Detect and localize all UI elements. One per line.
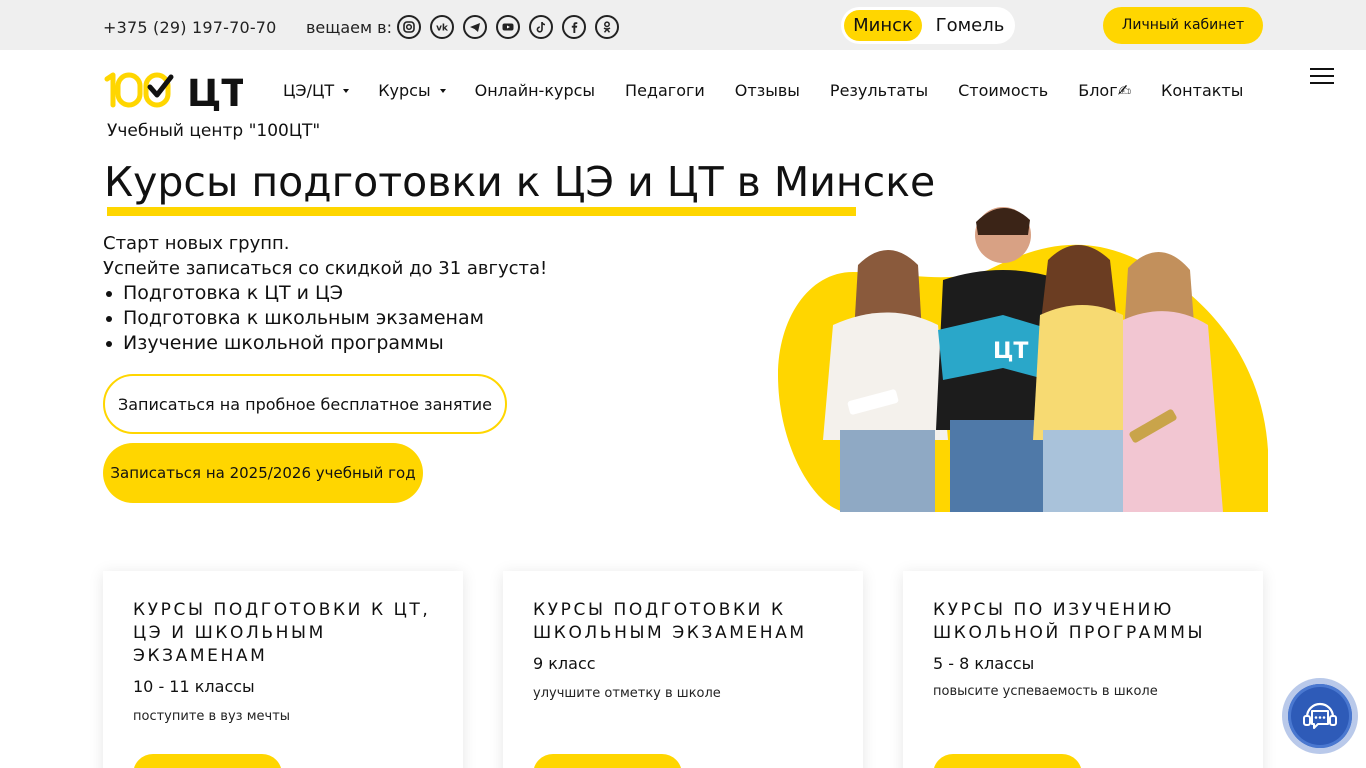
- nav-item-courses[interactable]: Курсы: [378, 81, 446, 100]
- card-note: улучшите отметку в школе: [533, 686, 721, 701]
- chat-icon: [1288, 684, 1352, 748]
- lead-line-1: Старт новых групп.: [103, 233, 290, 254]
- menu-burger-icon[interactable]: [1310, 68, 1334, 84]
- nav-item-contacts[interactable]: Контакты: [1161, 81, 1243, 100]
- list-item: Подготовка к ЦТ и ЦЭ: [103, 281, 484, 306]
- svg-text:ЦТ: ЦТ: [993, 339, 1028, 364]
- hero-students-image: ЦТ: [778, 207, 1268, 512]
- instagram-icon[interactable]: [397, 15, 421, 39]
- nav-item-ce-ct[interactable]: ЦЭ/ЦТ: [283, 81, 350, 100]
- title-underline: [107, 207, 856, 216]
- lead-line-2: Успейте записаться со скидкой до 31 авгу…: [103, 258, 548, 279]
- city-minsk-button[interactable]: Минск: [844, 10, 922, 41]
- city-gomel-button[interactable]: Гомель: [929, 10, 1011, 41]
- card-note: поступите в вуз мечты: [133, 709, 291, 724]
- svg-text:vk: vk: [436, 24, 449, 34]
- nav-item-online-courses[interactable]: Онлайн-курсы: [475, 81, 595, 100]
- main-nav: ЦЭ/ЦТ Курсы Онлайн-курсы Педагоги Отзывы…: [283, 81, 1243, 100]
- trial-lesson-button[interactable]: Записаться на пробное бесплатное занятие: [103, 374, 507, 434]
- odnoklassniki-icon[interactable]: [595, 15, 619, 39]
- telegram-icon[interactable]: [463, 15, 487, 39]
- card-button[interactable]: [533, 754, 682, 768]
- phone-link[interactable]: +375 (29) 197-70-70: [103, 18, 277, 37]
- course-card-9[interactable]: Курсы подготовки к школьным экзаменам 9 …: [503, 571, 863, 768]
- chevron-down-icon: [439, 88, 446, 93]
- course-card-5-8[interactable]: Курсы по изучению школьной программы 5 -…: [903, 571, 1263, 768]
- nav-label: ЦЭ/ЦТ: [283, 81, 335, 100]
- card-grade: 10 - 11 классы: [133, 677, 255, 696]
- card-title: Курсы подготовки к школьным экзаменам: [533, 600, 807, 643]
- nav-item-reviews[interactable]: Отзывы: [735, 81, 800, 100]
- card-grade: 5 - 8 классы: [933, 654, 1035, 673]
- list-item: Подготовка к школьным экзаменам: [103, 306, 484, 331]
- hero-lead: Старт новых групп. Успейте записаться со…: [103, 231, 547, 281]
- svg-text:ЦТ: ЦТ: [187, 72, 243, 111]
- card-title: Курсы подготовки к ЦТ, ЦЭ и школьным экз…: [133, 600, 431, 666]
- center-subtitle: Учебный центр "100ЦТ": [107, 121, 321, 141]
- nav-label: Курсы: [378, 81, 431, 100]
- youtube-icon[interactable]: [496, 15, 520, 39]
- chevron-down-icon: [343, 88, 350, 93]
- nav-item-price[interactable]: Стоимость: [958, 81, 1048, 100]
- nav-item-results[interactable]: Результаты: [830, 81, 928, 100]
- top-bar: +375 (29) 197-70-70 вещаем в: vk Минск Г…: [0, 0, 1366, 50]
- logo[interactable]: ЦТ: [103, 71, 243, 111]
- broadcast-label: вещаем в:: [306, 18, 392, 37]
- tiktok-icon[interactable]: [529, 15, 553, 39]
- nav-item-blog[interactable]: Блог✍: [1078, 81, 1131, 100]
- card-button[interactable]: [133, 754, 282, 768]
- card-note: повысите успеваемость в школе: [933, 684, 1158, 699]
- vk-icon[interactable]: vk: [430, 15, 454, 39]
- personal-cabinet-button[interactable]: Личный кабинет: [1103, 7, 1263, 44]
- hero-bullets: Подготовка к ЦТ и ЦЭ Подготовка к школьн…: [103, 281, 484, 356]
- chat-widget-button[interactable]: [1282, 678, 1358, 754]
- course-card-10-11[interactable]: Курсы подготовки к ЦТ, ЦЭ и школьным экз…: [103, 571, 463, 768]
- nav-item-teachers[interactable]: Педагоги: [625, 81, 705, 100]
- card-button[interactable]: [933, 754, 1082, 768]
- facebook-icon[interactable]: [562, 15, 586, 39]
- city-switch: Минск Гомель: [841, 7, 1015, 44]
- card-title: Курсы по изучению школьной программы: [933, 600, 1206, 643]
- enroll-year-button[interactable]: Записаться на 2025/2026 учебный год: [103, 443, 423, 503]
- card-grade: 9 класс: [533, 654, 596, 673]
- list-item: Изучение школьной программы: [103, 331, 484, 356]
- social-links: vk: [397, 15, 619, 39]
